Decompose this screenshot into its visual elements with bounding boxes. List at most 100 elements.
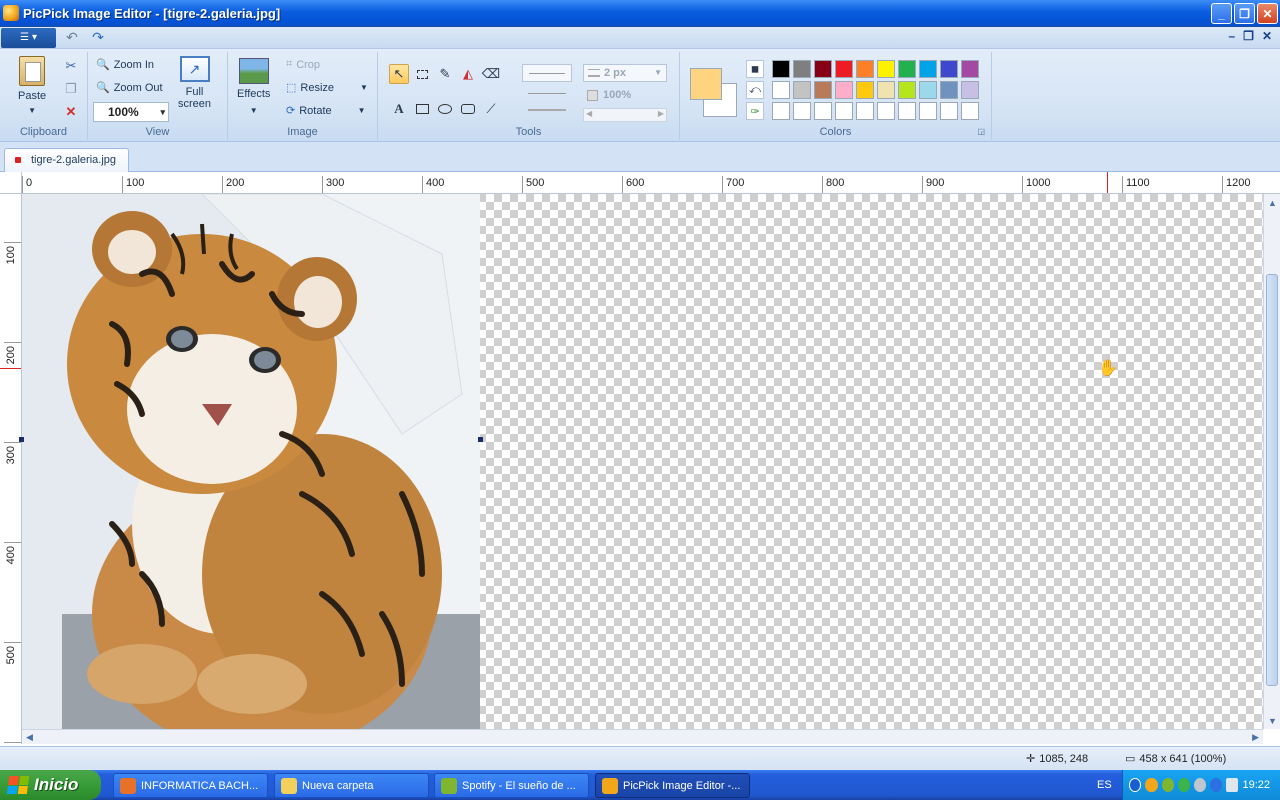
opacity-value: 100%: [603, 89, 632, 101]
resize-handle-left[interactable]: [19, 437, 24, 442]
palette-swatch[interactable]: [898, 81, 916, 99]
copy-button[interactable]: ❐: [61, 79, 81, 99]
palette-swatch[interactable]: [877, 81, 895, 99]
palette-swatch[interactable]: [898, 60, 916, 78]
opacity-slider[interactable]: ◀ ▶: [583, 108, 667, 122]
resize-button[interactable]: ⬚ Resize ▼: [286, 81, 368, 95]
palette-swatch[interactable]: [919, 81, 937, 99]
palette-swatch[interactable]: [814, 60, 832, 78]
palette-swatch[interactable]: [898, 102, 916, 120]
swap-colors-button[interactable]: ⤺: [746, 81, 764, 99]
palette-swatch[interactable]: [835, 60, 853, 78]
tab-tigre-2-galeria[interactable]: tigre-2.galeria.jpg: [4, 148, 129, 172]
resize-dropdown-icon: ▼: [360, 83, 368, 92]
primary-color-swatch[interactable]: [690, 68, 722, 100]
tools-group-label: Tools: [515, 126, 542, 138]
palette-swatch[interactable]: [856, 102, 874, 120]
tray-network-icon[interactable]: [1193, 778, 1207, 792]
full-screen-button[interactable]: ↗ Full screen: [178, 56, 211, 110]
picpick-app-icon[interactable]: [3, 5, 19, 21]
scroll-down-icon[interactable]: ▼: [1268, 716, 1277, 726]
maximize-button[interactable]: ❐: [1234, 3, 1255, 24]
crop-button[interactable]: ⌗ Crop: [286, 58, 320, 71]
scroll-up-icon[interactable]: ▲: [1268, 198, 1277, 208]
zoom-in-button[interactable]: 🔍 Zoom In: [96, 58, 154, 72]
start-button[interactable]: Inicio: [0, 770, 101, 800]
resize-handle-right[interactable]: [478, 437, 483, 442]
line-width-select[interactable]: 2 px ▼: [583, 64, 667, 82]
palette-swatch[interactable]: [961, 60, 979, 78]
palette-swatch[interactable]: [919, 102, 937, 120]
palette-swatch[interactable]: [793, 81, 811, 99]
minimize-button[interactable]: _: [1211, 3, 1232, 24]
tray-volume-icon[interactable]: [1226, 778, 1239, 792]
tray-messenger-icon[interactable]: [1210, 778, 1223, 792]
palette-swatch[interactable]: [961, 81, 979, 99]
palette-swatch[interactable]: [856, 60, 874, 78]
vertical-scroll-thumb[interactable]: [1266, 274, 1278, 686]
doc-minimize-button[interactable]: –: [1228, 29, 1235, 43]
canvas-area[interactable]: ✋: [19, 194, 1263, 729]
doc-close-button[interactable]: ✕: [1262, 29, 1272, 43]
horizontal-scrollbar[interactable]: ◀ ▶: [22, 729, 1263, 744]
palette-swatch[interactable]: [877, 102, 895, 120]
vertical-scrollbar[interactable]: ▲ ▼: [1263, 194, 1280, 729]
effects-button[interactable]: Effects ▼: [237, 58, 270, 115]
app-menu-button[interactable]: ☰ ▾: [1, 27, 56, 48]
rectangle-tool[interactable]: [412, 99, 432, 119]
select-tool[interactable]: ↖: [389, 64, 409, 84]
palette-swatch[interactable]: [814, 102, 832, 120]
tray-spotify-icon[interactable]: [1161, 778, 1174, 792]
full-screen-label-2: screen: [178, 98, 212, 110]
palette-swatch[interactable]: [814, 81, 832, 99]
rotate-button[interactable]: ⟳ Rotate ▼: [286, 104, 366, 118]
zoom-select[interactable]: 100%: [93, 102, 169, 122]
rect-select-tool[interactable]: [412, 64, 432, 84]
undo-button[interactable]: ↶: [62, 29, 82, 47]
palette-swatch[interactable]: [835, 81, 853, 99]
palette-swatch[interactable]: [856, 81, 874, 99]
palette-swatch[interactable]: [940, 60, 958, 78]
palette-swatch[interactable]: [835, 102, 853, 120]
text-tool[interactable]: A: [389, 99, 409, 119]
eraser-tool[interactable]: ⌫: [481, 64, 501, 84]
delete-button[interactable]: ✕: [61, 102, 81, 122]
palette-swatch[interactable]: [793, 102, 811, 120]
scroll-left-icon[interactable]: ◀: [26, 732, 33, 743]
taskbar-item-spotify[interactable]: Spotify - El sueño de ...: [434, 773, 589, 798]
palette-swatch[interactable]: [877, 60, 895, 78]
scroll-right-icon[interactable]: ▶: [1252, 732, 1259, 743]
palette-swatch[interactable]: [940, 102, 958, 120]
clock[interactable]: 19:22: [1242, 779, 1270, 791]
tray-expand-icon[interactable]: [1129, 778, 1142, 792]
taskbar-item-nueva-carpeta[interactable]: Nueva carpeta: [274, 773, 429, 798]
zoom-out-button[interactable]: 🔍 Zoom Out: [96, 81, 163, 95]
view-group: 🔍Zoom In 🔍Zoom Out 100% ↗ Full screen Vi…: [88, 52, 228, 140]
close-button[interactable]: ✕: [1257, 3, 1278, 24]
line-tool[interactable]: ⟋: [481, 99, 501, 119]
color-picker-button[interactable]: ✑: [746, 102, 764, 120]
fill-tool[interactable]: ◭: [458, 64, 478, 84]
cut-button[interactable]: ✂: [61, 56, 81, 76]
palette-swatch[interactable]: [793, 60, 811, 78]
pen-tool[interactable]: ✎: [435, 64, 455, 84]
taskbar-item-informatica[interactable]: INFORMATICA BACH...: [113, 773, 268, 798]
tiger-cub-photo[interactable]: [22, 194, 480, 729]
palette-swatch[interactable]: [961, 102, 979, 120]
paste-button[interactable]: Paste ▼: [18, 56, 46, 115]
line-style-select[interactable]: [522, 64, 572, 82]
tray-picpick-icon[interactable]: [1145, 778, 1158, 792]
palette-swatch[interactable]: [772, 102, 790, 120]
language-indicator[interactable]: ES: [1097, 779, 1112, 791]
palette-swatch[interactable]: [772, 81, 790, 99]
rounded-rect-tool[interactable]: [458, 99, 478, 119]
redo-button[interactable]: ↷: [88, 29, 108, 47]
doc-restore-button[interactable]: ❐: [1243, 29, 1254, 43]
default-colors-button[interactable]: ◼: [746, 60, 764, 78]
taskbar-item-picpick[interactable]: PicPick Image Editor -...: [595, 773, 750, 798]
palette-swatch[interactable]: [772, 60, 790, 78]
tray-antivirus-icon[interactable]: [1177, 778, 1190, 792]
palette-swatch[interactable]: [919, 60, 937, 78]
palette-swatch[interactable]: [940, 81, 958, 99]
ellipse-tool[interactable]: [435, 99, 455, 119]
